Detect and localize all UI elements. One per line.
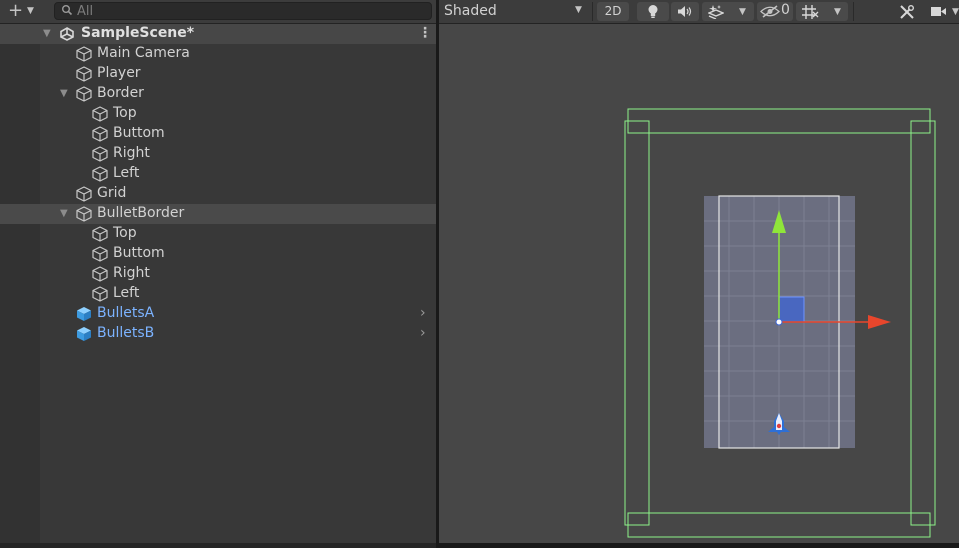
hierarchy-item[interactable]: Top — [0, 224, 436, 244]
hierarchy-item[interactable]: Buttom — [0, 124, 436, 144]
hierarchy-item[interactable]: Top — [0, 104, 436, 124]
gizmo-plane-handle — [778, 296, 805, 323]
hierarchy-item-label: Top — [113, 225, 137, 241]
effects-toggle-button[interactable]: ▼ — [702, 2, 754, 21]
hierarchy-item[interactable]: Player — [0, 64, 436, 84]
camera-icon — [931, 7, 946, 16]
hierarchy-item-label: Left — [113, 285, 140, 301]
speaker-icon — [678, 6, 692, 17]
tools-icon — [900, 5, 914, 19]
hierarchy-item[interactable]: Buttom — [0, 244, 436, 264]
chevron-down-icon: ▼ — [834, 7, 841, 17]
gizmo-center — [775, 318, 783, 326]
cube-icon — [76, 46, 92, 62]
prefab-cube-icon — [76, 306, 92, 322]
eye-slash-icon — [760, 5, 780, 18]
hierarchy-item-label: Grid — [97, 185, 127, 201]
hierarchy-item-label: Top — [113, 105, 137, 121]
hierarchy-scrollbar[interactable] — [0, 543, 436, 548]
scene-name: SampleScene* — [81, 25, 195, 41]
hierarchy-item-label: Buttom — [113, 245, 165, 261]
hierarchy-toolbar: + ▼ — [0, 0, 436, 24]
cube-icon — [92, 126, 108, 142]
border-left-collider — [624, 120, 650, 526]
hierarchy-item[interactable]: Right — [0, 144, 436, 164]
hierarchy-item-label: Right — [113, 145, 150, 161]
cube-icon — [76, 86, 92, 102]
hierarchy-item-label: Border — [97, 85, 144, 101]
lighting-toggle-button[interactable] — [637, 2, 669, 21]
search-icon — [62, 5, 73, 16]
shading-mode-value: Shaded — [444, 3, 497, 19]
cube-icon — [92, 106, 108, 122]
gizmo-x-arrow — [868, 315, 891, 329]
hierarchy-panel: + ▼ ▼ SampleScene* ⋮ Main Camera Player ▼ B… — [0, 0, 436, 548]
cube-icon — [76, 206, 92, 222]
hidden-objects-count: 0 — [781, 2, 790, 18]
hierarchy-item[interactable]: Grid — [0, 184, 436, 204]
open-prefab-chevron-icon[interactable]: › — [420, 325, 426, 341]
hierarchy-item-label: Main Camera — [97, 45, 190, 61]
cube-icon — [92, 286, 108, 302]
camera-settings-button[interactable]: ▼ — [925, 2, 959, 21]
scene-header[interactable]: ▼ SampleScene* ⋮ — [0, 24, 436, 44]
hierarchy-item[interactable]: Left — [0, 284, 436, 304]
chevron-down-icon: ▼ — [952, 7, 959, 17]
chevron-down-icon: ▼ — [739, 7, 746, 17]
cube-icon — [92, 166, 108, 182]
scene-toolbar: Shaded ▼ 2D ▼ 0 ▼ ▼ — [439, 0, 959, 24]
lightbulb-icon — [648, 5, 658, 18]
hierarchy-item-label: Player — [97, 65, 141, 81]
shading-mode-dropdown[interactable]: Shaded ▼ — [439, 0, 591, 23]
cube-icon — [92, 266, 108, 282]
tools-button[interactable] — [894, 2, 922, 21]
hierarchy-item[interactable]: ▼ Border — [0, 84, 436, 104]
chevron-down-icon: ▼ — [27, 6, 34, 16]
cube-icon — [92, 146, 108, 162]
scene-view[interactable]: Shaded ▼ 2D ▼ 0 ▼ ▼ — [439, 0, 959, 548]
scene-viewport[interactable] — [439, 24, 959, 543]
grid-toggle-button[interactable]: ▼ — [796, 2, 848, 21]
hierarchy-prefab-item[interactable]: BulletsA › — [0, 304, 436, 324]
cube-icon — [92, 246, 108, 262]
hierarchy-item-label: Right — [113, 265, 150, 281]
hierarchy-item-label: BulletsB — [97, 325, 155, 341]
fold-arrow-icon[interactable]: ▼ — [60, 88, 68, 99]
hierarchy-item[interactable]: Main Camera — [0, 44, 436, 64]
prefab-cube-icon — [76, 326, 92, 342]
toolbar-separator — [853, 2, 854, 21]
border-right-collider — [910, 120, 936, 526]
effects-icon — [708, 5, 724, 19]
hierarchy-search[interactable] — [54, 2, 432, 20]
scene-menu-icon[interactable]: ⋮ — [418, 25, 432, 41]
hierarchy-item-label: Buttom — [113, 125, 165, 141]
border-top-collider — [627, 108, 931, 134]
hierarchy-item-label: BulletBorder — [97, 205, 185, 221]
chevron-down-icon: ▼ — [575, 5, 582, 15]
toggle-2d-button[interactable]: 2D — [597, 2, 629, 21]
search-input[interactable] — [77, 3, 417, 19]
hierarchy-item-label: BulletsA — [97, 305, 155, 321]
cube-icon — [76, 66, 92, 82]
scene-bottom-bar — [439, 543, 959, 548]
hierarchy-prefab-item[interactable]: BulletsB › — [0, 324, 436, 344]
hierarchy-item-label: Left — [113, 165, 140, 181]
fold-arrow-icon[interactable]: ▼ — [60, 208, 68, 219]
open-prefab-chevron-icon[interactable]: › — [420, 305, 426, 321]
hierarchy-item[interactable]: Left — [0, 164, 436, 184]
hierarchy-item[interactable]: ▼ BulletBorder — [0, 204, 436, 224]
cube-icon — [76, 186, 92, 202]
add-object-button[interactable]: + ▼ — [5, 2, 41, 21]
cube-icon — [92, 226, 108, 242]
fold-arrow-icon[interactable]: ▼ — [43, 28, 51, 39]
border-bottom-collider — [627, 512, 931, 538]
hierarchy-item[interactable]: Right — [0, 264, 436, 284]
grid-icon — [802, 5, 819, 19]
audio-toggle-button[interactable] — [671, 2, 699, 21]
toolbar-separator — [592, 2, 593, 21]
plus-icon: + — [8, 0, 24, 21]
unity-scene-icon — [60, 27, 74, 41]
